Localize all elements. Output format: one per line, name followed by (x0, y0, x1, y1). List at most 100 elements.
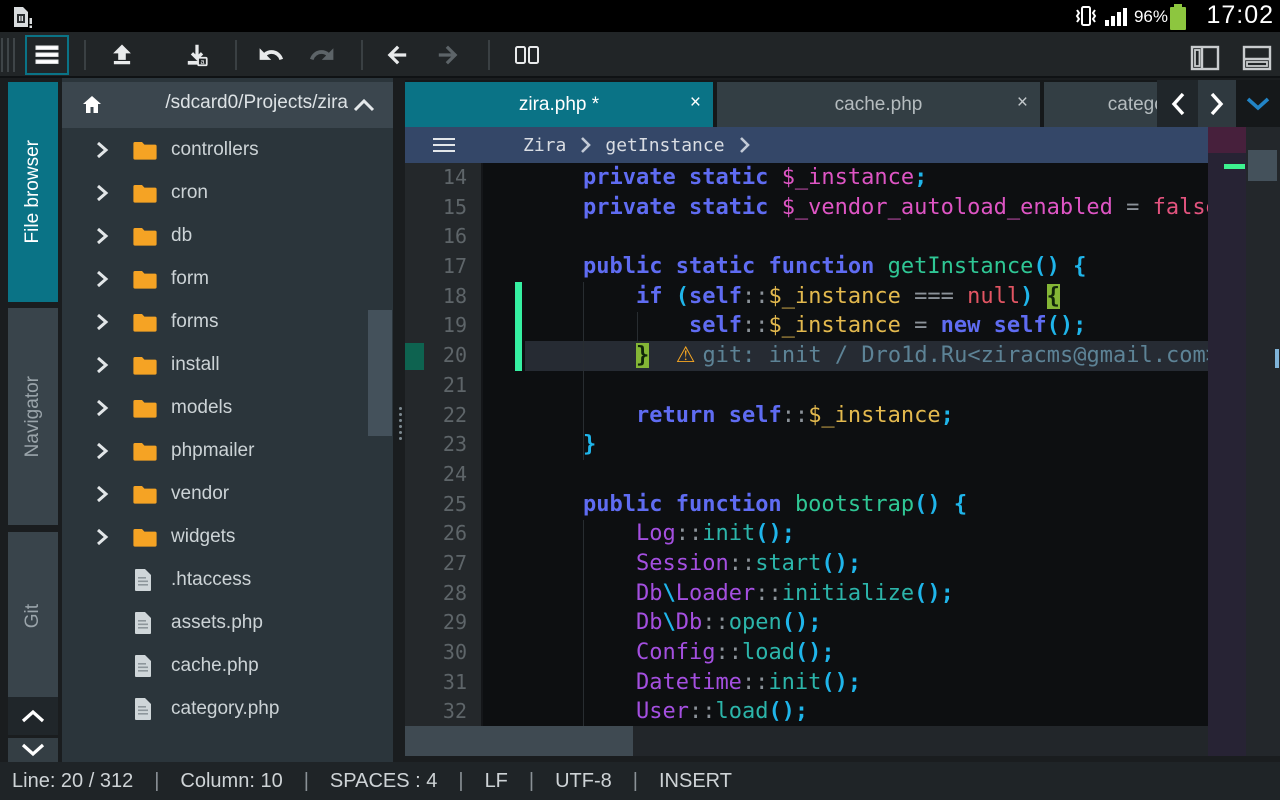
app: { "status_bar_top": { "time": "17:02", "… (0, 0, 1280, 800)
code-lines: private static $_instance; private stati… (485, 163, 1208, 726)
folder-row[interactable]: phpmailer (62, 429, 393, 472)
folder-row[interactable]: vendor (62, 472, 393, 515)
status-separator: | (154, 770, 159, 793)
editor-vertical-scrollbar[interactable] (1248, 150, 1277, 181)
editor-horizontal-scrollbar[interactable] (405, 726, 633, 756)
code-line-18[interactable]: if (self::$_instance === null) { (485, 282, 1208, 312)
folder-icon (133, 140, 157, 160)
breadcrumb-item[interactable]: Zira (523, 135, 566, 156)
editor-tab-strip: zira.php *×cache.php×category.php (405, 80, 1280, 127)
file-row[interactable]: cache.php (62, 644, 393, 687)
code-line-15[interactable]: private static $_vendor_autoload_enabled… (485, 193, 1208, 223)
split-vertical-button[interactable] (1186, 42, 1224, 74)
folder-row[interactable]: cron (62, 171, 393, 214)
line-number: 30 (405, 638, 481, 668)
home-icon (80, 93, 104, 117)
code-line-16[interactable] (485, 222, 1208, 252)
folder-row[interactable]: form (62, 257, 393, 300)
back-button[interactable] (375, 35, 419, 75)
collapse-path-icon[interactable] (353, 98, 375, 112)
tab-scroll-right-button[interactable] (1198, 80, 1236, 127)
folder-row[interactable]: forms (62, 300, 393, 343)
toolbar-drag-handle[interactable] (1, 38, 3, 72)
folder-icon (133, 527, 157, 547)
code-line-26[interactable]: Log::init(); (485, 519, 1208, 549)
breadcrumb-item[interactable]: getInstance (605, 135, 724, 156)
expand-chevron-icon (95, 269, 109, 289)
editor-gutter[interactable]: 14151617181920212223242526272829303132 (405, 163, 483, 726)
expand-chevron-icon (95, 441, 109, 461)
line-number: 16 (405, 222, 481, 252)
battery-percent: 96% (1134, 7, 1168, 27)
code-editor[interactable]: 14151617181920212223242526272829303132 p… (405, 163, 1208, 726)
line-number: 27 (405, 549, 481, 579)
code-line-23[interactable]: } (485, 430, 1208, 460)
line-number: 18 (405, 282, 481, 312)
split-view-button[interactable] (505, 35, 549, 75)
arrow-right-icon (435, 42, 461, 68)
tab-list-dropdown-button[interactable] (1236, 80, 1280, 127)
expand-chevron-icon (95, 527, 109, 547)
code-line-28[interactable]: Db\Loader::initialize(); (485, 579, 1208, 609)
sidebar-tab-label: Git (22, 604, 44, 628)
code-line-27[interactable]: Session::start(); (485, 549, 1208, 579)
tab-close-icon[interactable]: × (690, 92, 701, 114)
file-path-bar[interactable]: /sdcard0/Projects/zira (62, 82, 393, 128)
bookmark-marker[interactable] (405, 343, 424, 370)
file-row[interactable]: assets.php (62, 601, 393, 644)
sim-alert-icon (8, 4, 34, 30)
file-label: assets.php (171, 612, 263, 634)
folder-row[interactable]: widgets (62, 515, 393, 558)
file-row[interactable]: category.php (62, 687, 393, 730)
save-as-button[interactable]: a (175, 35, 219, 75)
forward-button[interactable] (426, 35, 470, 75)
code-line-24[interactable] (485, 460, 1208, 490)
menu-button[interactable] (25, 35, 69, 75)
folder-icon (133, 312, 157, 332)
code-line-25[interactable]: public function bootstrap() { (485, 490, 1208, 520)
breadcrumb-menu-icon[interactable] (433, 134, 455, 156)
upload-icon (109, 42, 135, 68)
editor-scrollbar-track[interactable] (1246, 127, 1280, 756)
sidebar-scroll-down-button[interactable] (8, 738, 58, 762)
android-status-bar: 96% 17:02 (0, 0, 1280, 32)
tab-scroll-left-button[interactable] (1157, 80, 1198, 127)
file-row[interactable]: .htaccess (62, 558, 393, 601)
editor-status-bar: Line: 20 / 312|Column: 10|SPACES : 4|LF|… (0, 762, 1280, 800)
file-list-scrollbar[interactable] (368, 310, 392, 436)
editor-tab[interactable]: cache.php× (717, 82, 1040, 127)
split-horizontal-button[interactable] (1238, 42, 1276, 74)
code-line-22[interactable]: return self::$_instance; (485, 401, 1208, 431)
code-line-14[interactable]: private static $_instance; (485, 163, 1208, 193)
upload-button[interactable] (100, 35, 144, 75)
redo-button[interactable] (300, 35, 344, 75)
code-line-20[interactable]: } ⚠ git: init / Dro1d.Ru<ziracms@gmail.c… (485, 341, 1208, 371)
folder-row[interactable]: install (62, 343, 393, 386)
file-icon (133, 611, 153, 635)
overview-ruler[interactable] (1208, 127, 1246, 756)
panel-resize-handle[interactable] (396, 404, 404, 443)
code-line-31[interactable]: Datetime::init(); (485, 668, 1208, 698)
folder-row[interactable]: db (62, 214, 393, 257)
editor-tab[interactable]: zira.php *× (405, 82, 713, 127)
code-line-21[interactable] (485, 371, 1208, 401)
sidebar-tab-file-browser[interactable]: File browser (8, 82, 58, 302)
sidebar-tab-git[interactable]: Git (8, 532, 58, 700)
toolbar-drag-handle[interactable] (7, 38, 9, 72)
code-line-17[interactable]: public static function getInstance() { (485, 252, 1208, 282)
tab-close-icon[interactable]: × (1017, 92, 1028, 114)
folder-icon (133, 398, 157, 418)
code-line-32[interactable]: User::load(); (485, 697, 1208, 726)
file-label: cron (171, 182, 208, 204)
code-line-19[interactable]: self::$_instance = new self(); (485, 311, 1208, 341)
code-line-30[interactable]: Config::load(); (485, 638, 1208, 668)
sidebar-scroll-up-button[interactable] (8, 697, 58, 735)
code-line-29[interactable]: Db\Db::open(); (485, 608, 1208, 638)
toolbar-drag-handle[interactable] (13, 38, 15, 72)
editor-horizontal-scroll-track[interactable] (405, 726, 1208, 756)
folder-row[interactable]: controllers (62, 128, 393, 171)
undo-button[interactable] (249, 35, 293, 75)
sidebar-tab-navigator[interactable]: Navigator (8, 308, 58, 525)
overview-current-line-mark (1224, 164, 1245, 169)
folder-row[interactable]: models (62, 386, 393, 429)
